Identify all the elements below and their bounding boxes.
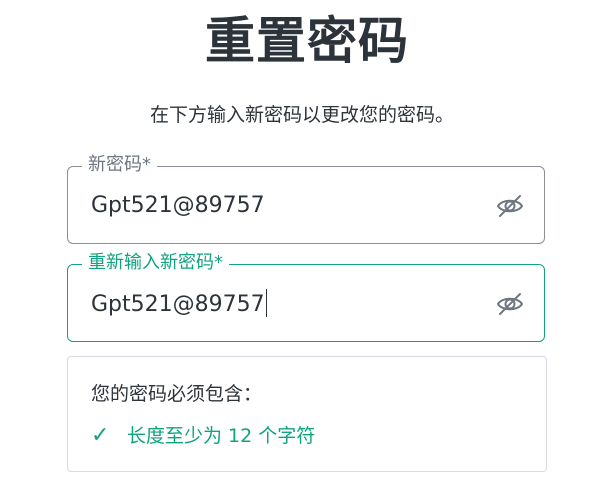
confirm-password-value: Gpt521@89757 (91, 292, 265, 317)
requirement-item: ✓ 长度至少为 12 个字符 (91, 423, 315, 449)
confirm-password-label: 重新输入新密码* (82, 251, 229, 275)
new-password-field[interactable]: 新密码* Gpt521@89757 (67, 153, 545, 244)
eye-slash-icon[interactable] (496, 193, 524, 219)
requirement-text: 长度至少为 12 个字符 (127, 425, 316, 447)
confirm-password-field[interactable]: 重新输入新密码* Gpt521@89757 (67, 251, 545, 342)
check-icon: ✓ (91, 423, 110, 448)
confirm-password-input[interactable]: Gpt521@89757 (91, 289, 267, 320)
new-password-input[interactable]: Gpt521@89757 (91, 191, 265, 221)
new-password-label: 新密码* (82, 153, 157, 177)
page-subtitle: 在下方输入新密码以更改您的密码。 (149, 104, 454, 126)
password-requirements: 您的密码必须包含： ✓ 长度至少为 12 个字符 (67, 356, 547, 472)
eye-slash-icon[interactable] (496, 291, 524, 317)
requirements-title: 您的密码必须包含： (91, 383, 263, 405)
text-caret (265, 289, 267, 317)
page-title: 重置密码 (205, 12, 409, 70)
reset-password-page: 重置密码 在下方输入新密码以更改您的密码。 新密码* Gpt521@89757 … (0, 0, 604, 483)
